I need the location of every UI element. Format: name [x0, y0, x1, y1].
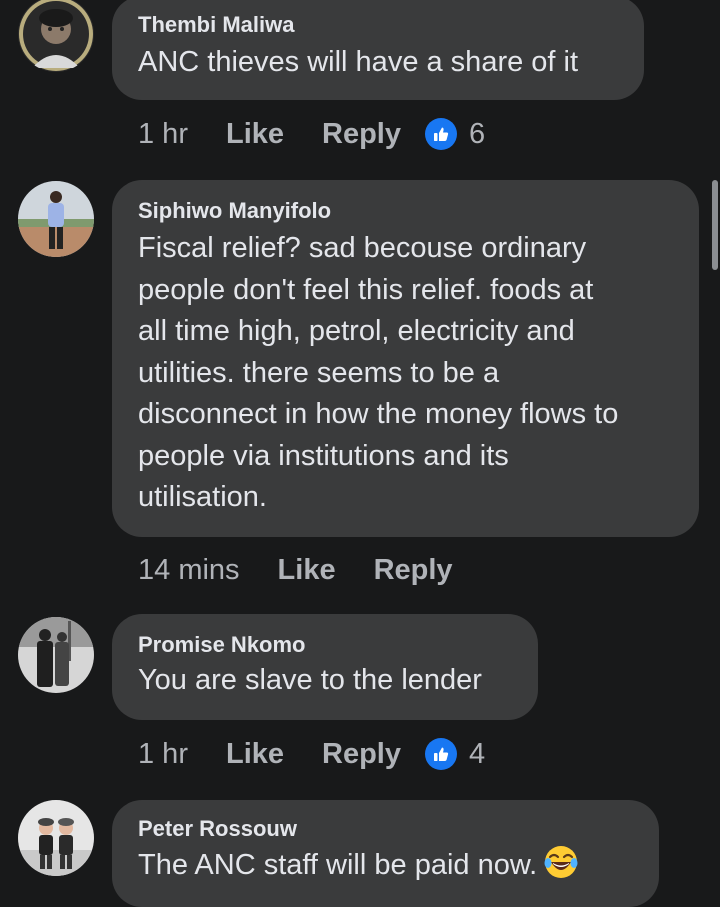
comment-text-line: people via institutions and its: [138, 439, 509, 472]
comment-text-line: Fiscal relief? sad becouse ordinary: [138, 232, 587, 264]
comment-text-line: disconnect in how the money flows to: [138, 398, 619, 430]
comment-meta: 14 mins Like Reply: [138, 550, 453, 590]
comment-text: Fiscal relief? sad becouse ordinary peop…: [138, 228, 673, 519]
comment-author[interactable]: Peter Rossouw: [138, 816, 633, 842]
reply-button[interactable]: Reply: [322, 118, 401, 151]
thumbs-up-icon: [425, 118, 457, 150]
comment-text-line: utilities. there seems to be a: [138, 356, 500, 389]
avatar[interactable]: [18, 617, 94, 693]
avatar[interactable]: [18, 0, 94, 72]
comment-timestamp[interactable]: 1 hr: [138, 738, 188, 771]
comment-text-line: people don't feel this relief. foods at: [138, 273, 594, 306]
comment-text-line: utilisation.: [138, 481, 267, 513]
comment-text: You are slave to the lender: [138, 664, 482, 696]
reaction-count: 4: [469, 737, 486, 770]
laughing-tears-emoji-icon: [543, 844, 579, 880]
reaction-count: 6: [469, 117, 486, 150]
comment-text: The ANC staff will be paid now.: [138, 844, 633, 887]
like-button[interactable]: Like: [226, 738, 284, 771]
thumbs-up-icon: [425, 738, 457, 770]
avatar[interactable]: [18, 181, 94, 257]
comment-author[interactable]: Siphiwo Manyifolo: [138, 198, 673, 224]
comment-text-content: The ANC staff will be paid now.: [138, 849, 538, 881]
comment-meta: 1 hr Like Reply 6: [138, 114, 485, 154]
avatar-two-children-icon: [18, 800, 94, 876]
reply-button[interactable]: Reply: [322, 738, 401, 771]
like-button[interactable]: Like: [226, 118, 284, 151]
like-button[interactable]: Like: [278, 554, 336, 587]
avatar[interactable]: [18, 800, 94, 876]
comment-bubble: Thembi Maliwa ANC thieves will have a sh…: [112, 0, 644, 100]
comment-timestamp[interactable]: 14 mins: [138, 554, 240, 587]
comment-timestamp[interactable]: 1 hr: [138, 118, 188, 151]
avatar-man-standing-icon: [18, 181, 94, 257]
reaction-summary[interactable]: 4: [425, 738, 485, 771]
comment-bubble: Peter Rossouw The ANC staff will be paid…: [112, 800, 659, 907]
comment-bubble: Siphiwo Manyifolo Fiscal relief? sad bec…: [112, 180, 699, 537]
comment-author[interactable]: Thembi Maliwa: [138, 12, 618, 38]
comment-author[interactable]: Promise Nkomo: [138, 632, 512, 658]
scrollbar[interactable]: [712, 180, 718, 270]
comment-bubble: Promise Nkomo You are slave to the lende…: [112, 614, 538, 720]
comment-text: ANC thieves will have a share of it: [138, 46, 579, 78]
reaction-summary[interactable]: 6: [425, 118, 485, 151]
comment-meta: 1 hr Like Reply 4: [138, 734, 485, 774]
reply-button[interactable]: Reply: [374, 554, 453, 587]
avatar-two-people-bw-icon: [18, 617, 94, 693]
comment-text-line: all time high, petrol, electricity and: [138, 315, 575, 347]
avatar-woman-portrait-icon: [19, 0, 93, 71]
